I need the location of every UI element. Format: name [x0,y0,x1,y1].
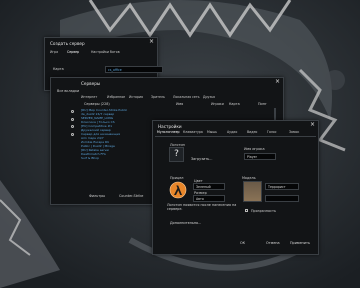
color-select[interactable]: Зеленый [193,183,225,190]
tab-internet[interactable]: Интернет [81,95,97,99]
apply-button[interactable]: Применить [290,241,310,245]
tab-underline [155,136,316,137]
crosshair-label: Прицел [170,176,184,180]
map-value: cs_office [108,68,122,72]
options-window: Настройки × Мультиплеер Клавиатура Мышь … [152,120,319,255]
model-color-select[interactable] [265,195,299,202]
tab-spectate[interactable]: Зритель [151,95,165,99]
close-icon[interactable]: × [275,79,280,85]
window-title: Настройки [158,124,182,129]
tab-game[interactable]: Игра [50,50,58,54]
tab-friends[interactable]: Друзья [203,95,215,99]
column-map[interactable]: Карта [229,102,240,106]
model-value: Террорист [268,185,286,189]
tab-mouse[interactable]: Мышь [207,130,217,134]
filters-label: Фильтры [89,194,106,198]
transparency-checkbox[interactable] [245,209,248,212]
tab-audio[interactable]: Аудио [227,130,237,134]
close-icon[interactable]: × [149,39,154,45]
close-icon[interactable]: × [310,122,315,128]
player-name-input[interactable]: Player [244,153,276,160]
tab-favorites[interactable]: Избранное [107,95,125,99]
tab-multiplayer[interactable]: Мультиплеер [157,130,180,134]
window-title: Создать сервер [50,41,85,46]
column-ping[interactable]: Пинг [258,102,267,106]
filter-radio[interactable] [71,118,74,121]
cancel-button[interactable]: Отмена [266,241,280,245]
server-list-header: Серверы (228) [84,102,110,106]
tab-keyboard[interactable]: Клавиатура [183,130,203,134]
model-label: Модель [242,176,256,180]
tab-history[interactable]: История [129,95,143,99]
tab-voice[interactable]: Голос [267,130,277,134]
size-value: Авто [196,197,204,201]
transparency-label: Прозрачность [251,209,276,213]
column-players[interactable]: Игроки [211,102,224,106]
color-value: Зеленый [196,185,211,189]
table-row[interactable]: Surf & Bhop [81,156,99,160]
tab-lock[interactable]: Замок [289,130,299,134]
all-tabs-label: Все вкладки [57,89,80,93]
filter-radio[interactable] [71,125,74,128]
map-label: Карта [53,67,64,71]
lambda-logo-icon [169,181,187,199]
tab-lan[interactable]: Локальная сеть [173,95,200,99]
tab-server[interactable]: Сервер [67,50,79,54]
model-select[interactable]: Террорист [265,183,299,190]
spray-note: Логотип появится после нанесения на серв… [167,203,237,211]
player-name-label: Имя игрока [244,147,265,151]
filter-radio[interactable] [71,110,74,113]
import-spray-button[interactable]: Загрузить... [191,157,212,161]
player-name-value: Player [247,155,257,159]
filter-radio[interactable] [71,133,74,136]
window-title: Серверы [81,81,101,86]
tab-bot-settings[interactable]: Настройки ботов [91,50,120,54]
map-select[interactable]: cs_office [105,66,163,73]
tab-video[interactable]: Видео [247,130,257,134]
spray-preview: ? [169,147,184,162]
model-preview [243,181,262,202]
advanced-button[interactable]: Дополнительно... [170,221,201,225]
game-filter-label: Counter-Strike [119,194,144,198]
column-name[interactable]: Имя [176,102,183,106]
size-select[interactable]: Авто [193,195,225,202]
ok-button[interactable]: ОК [240,241,245,245]
